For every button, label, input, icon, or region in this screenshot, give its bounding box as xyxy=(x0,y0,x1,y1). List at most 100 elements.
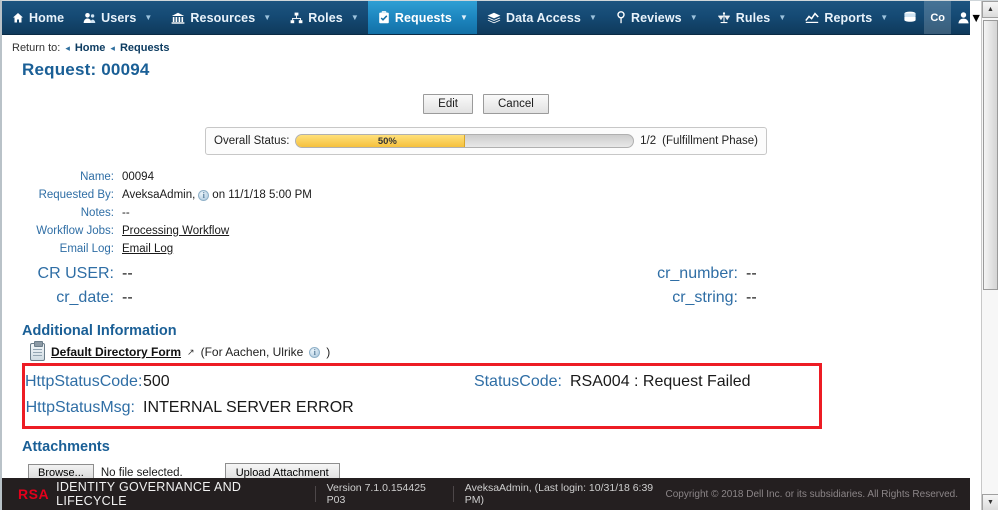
detail-value: 00094 xyxy=(122,171,154,183)
nav-item-reports[interactable]: Reports ▼ xyxy=(795,1,897,34)
nav-item-users[interactable]: Users ▼ xyxy=(73,1,161,34)
breadcrumb-link-requests[interactable]: Requests xyxy=(120,42,170,54)
default-directory-form-header: Default Directory Form ↗ (For Aachen, Ul… xyxy=(2,343,970,361)
nav-item-resources[interactable]: Resources ▼ xyxy=(161,1,280,34)
nav-item-reports-label: Reports xyxy=(824,11,872,25)
chart-icon xyxy=(805,12,819,24)
chevron-down-icon: ▼ xyxy=(880,14,888,22)
custom-field-label: cr_number: xyxy=(486,265,746,283)
detail-value: Email Log xyxy=(122,243,173,255)
detail-row-requested-by: Requested By: AveksaAdmin, i on 11/1/18 … xyxy=(2,189,970,201)
footer-divider xyxy=(315,486,316,502)
collector-status-label: Co xyxy=(930,12,945,24)
nav-item-resources-label: Resources xyxy=(190,11,255,25)
chevron-down-icon: ▼ xyxy=(589,14,597,22)
vertical-scrollbar[interactable]: ▲ ▼ xyxy=(981,1,998,510)
info-icon[interactable]: i xyxy=(309,347,320,358)
custom-field-value: -- xyxy=(122,289,133,307)
error-field-row: HttpStatusCode: 500 xyxy=(25,373,422,391)
edit-button[interactable]: Edit xyxy=(423,94,473,114)
error-field-row: HttpStatusMsg: INTERNAL SERVER ERROR xyxy=(25,399,422,417)
error-highlight-box: HttpStatusCode: 500 HttpStatusMsg: INTER… xyxy=(22,363,822,429)
rsa-logo: RSA xyxy=(18,486,49,502)
form-for-text: (For Aachen, Ulrike xyxy=(201,345,304,359)
progress-percent-text: 50% xyxy=(296,135,633,147)
database-collector-icon[interactable] xyxy=(897,1,924,34)
nav-item-users-label: Users xyxy=(101,11,136,25)
custom-field-value: -- xyxy=(746,289,757,307)
workflow-jobs-link[interactable]: Processing Workflow xyxy=(122,225,229,237)
nav-item-home-label: Home xyxy=(29,11,64,25)
error-field-label: HttpStatusMsg: xyxy=(25,399,143,417)
external-link-icon: ↗ xyxy=(187,347,195,358)
product-name: IDENTITY GOVERNANCE AND LIFECYCLE xyxy=(56,480,304,508)
custom-field-label: cr_date: xyxy=(2,289,122,307)
page-title: Request: 00094 xyxy=(2,54,970,80)
detail-label: Name: xyxy=(2,171,122,183)
overall-status-label: Overall Status: xyxy=(214,135,289,147)
nav-item-reviews[interactable]: Reviews ▼ xyxy=(606,1,707,34)
chevron-down-icon: ▼ xyxy=(690,14,698,22)
main-navigation-bar: Home Users ▼ Resources ▼ Roles ▼ xyxy=(2,1,970,35)
chevron-down-icon: ▼ xyxy=(778,14,786,22)
back-triangle-icon: ◂ xyxy=(65,44,70,53)
scroll-down-button[interactable]: ▼ xyxy=(982,494,998,510)
nav-item-reviews-label: Reviews xyxy=(631,11,682,25)
footer-divider xyxy=(453,486,454,502)
clipboard-icon xyxy=(378,11,390,24)
error-field-row: StatusCode: RSA004 : Request Failed xyxy=(422,373,819,391)
scales-icon xyxy=(717,12,731,24)
requested-by-timestamp: on 11/1/18 5:00 PM xyxy=(212,189,312,201)
detail-label: Email Log: xyxy=(2,243,122,255)
email-log-link[interactable]: Email Log xyxy=(122,243,173,255)
scrollbar-thumb[interactable] xyxy=(983,20,998,290)
form-for-text-close: ) xyxy=(326,345,330,359)
additional-information-heading: Additional Information xyxy=(2,313,970,343)
chevron-down-icon: ▼ xyxy=(351,14,359,22)
version-label: Version 7.1.0.154425 P03 xyxy=(327,482,442,506)
detail-label: Workflow Jobs: xyxy=(2,225,122,237)
error-field-value: RSA004 : Request Failed xyxy=(570,373,751,391)
custom-fields-left: CR USER: -- cr_date: -- xyxy=(2,265,486,313)
breadcrumb-link-home[interactable]: Home xyxy=(75,42,106,54)
error-field-value: INTERNAL SERVER ERROR xyxy=(143,399,354,417)
custom-field-row: cr_string: -- xyxy=(486,289,970,307)
nav-item-roles-label: Roles xyxy=(308,11,343,25)
nav-item-requests-label: Requests xyxy=(395,11,452,25)
nav-item-roles[interactable]: Roles ▼ xyxy=(280,1,368,34)
chevron-down-icon: ▼ xyxy=(144,14,152,22)
breadcrumb-prefix: Return to: xyxy=(12,42,60,54)
overall-status-fraction: 1/2 xyxy=(640,135,656,147)
custom-field-label: CR USER: xyxy=(2,265,122,283)
cancel-button[interactable]: Cancel xyxy=(483,94,549,114)
form-name-link[interactable]: Default Directory Form xyxy=(51,345,181,359)
nav-item-requests[interactable]: Requests ▼ xyxy=(368,1,477,34)
detail-value: AveksaAdmin, i on 11/1/18 5:00 PM xyxy=(122,189,312,201)
error-fields-left: HttpStatusCode: 500 HttpStatusMsg: INTER… xyxy=(25,373,422,417)
chevron-down-icon: ▼ xyxy=(263,14,271,22)
detail-value: Processing Workflow xyxy=(122,225,229,237)
scroll-up-button[interactable]: ▲ xyxy=(982,1,998,18)
detail-row-workflow-jobs: Workflow Jobs: Processing Workflow xyxy=(2,225,970,237)
nav-item-home[interactable]: Home xyxy=(2,1,73,34)
error-fields-columns: HttpStatusCode: 500 HttpStatusMsg: INTER… xyxy=(25,373,819,417)
custom-fields-right: cr_number: -- cr_string: -- xyxy=(486,265,970,313)
nav-item-rules[interactable]: Rules ▼ xyxy=(707,1,796,34)
custom-field-row: CR USER: -- xyxy=(2,265,486,283)
overall-status-wrap: Overall Status: 50% 1/2 (Fulfillment Pha… xyxy=(2,127,970,155)
logged-in-user-label: AveksaAdmin, (Last login: 10/31/18 6:39 … xyxy=(465,482,666,506)
error-field-label: HttpStatusCode: xyxy=(25,373,143,391)
detail-row-email-log: Email Log: Email Log xyxy=(2,243,970,255)
detail-label: Requested By: xyxy=(2,189,122,201)
nav-item-rules-label: Rules xyxy=(736,11,771,25)
error-fields-right: StatusCode: RSA004 : Request Failed xyxy=(422,373,819,417)
collector-status-chip[interactable]: Co xyxy=(924,1,951,34)
overall-status-phase: (Fulfillment Phase) xyxy=(662,135,758,147)
nav-item-data-access[interactable]: Data Access ▼ xyxy=(477,1,606,34)
page-content: Return to: ◂ Home ◂ Requests Request: 00… xyxy=(2,36,970,479)
nav-item-data-access-label: Data Access xyxy=(506,11,581,25)
footer-bar: RSA IDENTITY GOVERNANCE AND LIFECYCLE Ve… xyxy=(2,478,970,510)
magnifier-icon xyxy=(616,11,626,24)
users-icon xyxy=(83,12,96,24)
info-icon[interactable]: i xyxy=(198,190,209,201)
